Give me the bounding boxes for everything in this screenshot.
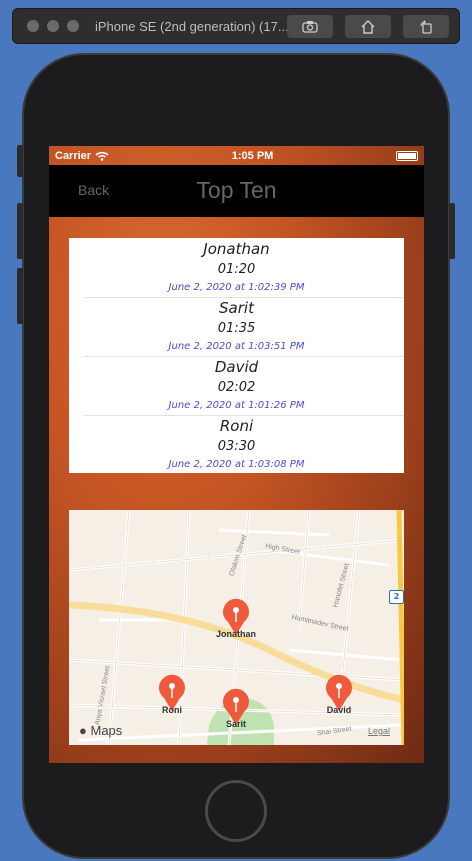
map-view[interactable]: Ofakim Street High Street Hanofet Street… xyxy=(69,510,404,745)
home-button[interactable] xyxy=(345,15,391,38)
close-window-button[interactable] xyxy=(27,20,39,32)
app-screen: Carrier 1:05 PM Back Top Ten Jonathan 01… xyxy=(49,146,424,763)
legal-link[interactable]: Legal xyxy=(368,726,390,736)
rotate-icon xyxy=(420,19,432,34)
score-date: June 2, 2020 at 1:03:51 PM xyxy=(168,341,305,352)
minimize-window-button[interactable] xyxy=(47,20,59,32)
home-icon xyxy=(361,19,375,34)
score-date: June 2, 2020 at 1:03:08 PM xyxy=(168,459,305,470)
pin-label: David xyxy=(326,705,352,715)
simulator-title: iPhone SE (2nd generation) (17... xyxy=(95,18,289,34)
player-time: 01:35 xyxy=(217,321,256,336)
volume-up-button[interactable] xyxy=(17,203,23,259)
volume-down-button[interactable] xyxy=(17,268,23,324)
list-item[interactable]: Sarit 01:35 June 2, 2020 at 1:03:51 PM xyxy=(69,297,404,356)
route-badge: 2 xyxy=(389,590,404,604)
pin-label: Sarit xyxy=(225,719,247,729)
player-time: 01:20 xyxy=(217,262,256,277)
rotate-button[interactable] xyxy=(403,15,449,38)
score-date: June 2, 2020 at 1:02:39 PM xyxy=(168,282,305,293)
window-controls[interactable] xyxy=(27,20,79,32)
pin-label: Roni xyxy=(162,705,182,715)
battery-icon xyxy=(396,150,418,161)
list-item[interactable]: Roni 03:30 June 2, 2020 at 1:03:08 PM xyxy=(69,415,404,473)
carrier-label: Carrier xyxy=(55,149,92,162)
maps-logo-text: Maps xyxy=(90,723,123,738)
player-time: 03:30 xyxy=(217,439,256,454)
score-date: June 2, 2020 at 1:01:26 PM xyxy=(168,400,305,411)
screenshot-button[interactable] xyxy=(287,15,333,38)
status-time: 1:05 PM xyxy=(231,149,274,162)
simulator-title-bar: iPhone SE (2nd generation) (17... xyxy=(12,8,460,44)
device-home-button[interactable] xyxy=(205,780,267,842)
top-ten-list[interactable]: Jonathan 01:20 June 2, 2020 at 1:02:39 P… xyxy=(69,238,404,473)
apple-logo-icon: ● xyxy=(79,723,87,738)
status-bar: Carrier 1:05 PM xyxy=(49,146,424,165)
page-title: Top Ten xyxy=(196,177,277,203)
list-item[interactable]: David 02:02 June 2, 2020 at 1:01:26 PM xyxy=(69,356,404,415)
player-name: Roni xyxy=(219,417,254,435)
player-name: Sarit xyxy=(219,299,254,317)
maps-logo: ● Maps xyxy=(79,723,122,738)
player-time: 02:02 xyxy=(217,380,256,395)
wifi-icon xyxy=(95,151,109,161)
power-button[interactable] xyxy=(449,203,455,259)
mute-switch[interactable] xyxy=(17,145,23,177)
pin-label: Jonathan xyxy=(215,629,257,639)
camera-icon xyxy=(302,21,318,33)
navigation-bar: Back Top Ten xyxy=(49,165,424,217)
player-name: David xyxy=(214,358,259,376)
list-item[interactable]: Jonathan 01:20 June 2, 2020 at 1:02:39 P… xyxy=(69,238,404,297)
player-name: Jonathan xyxy=(203,240,270,258)
zoom-window-button[interactable] xyxy=(67,20,79,32)
